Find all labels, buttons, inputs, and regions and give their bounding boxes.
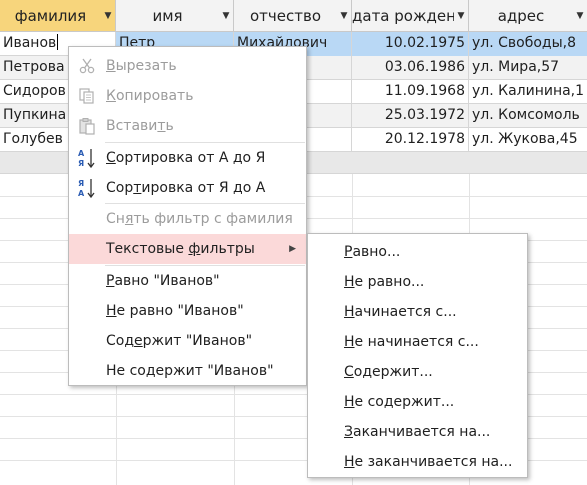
menu-item-copy[interactable]: Копировать	[69, 81, 306, 111]
table-cell[interactable]: 25.03.1972	[352, 104, 469, 128]
column-header-data-rozhdeniya[interactable]: дата рожден ▼	[352, 0, 469, 32]
dropdown-arrow-icon[interactable]: ▼	[101, 11, 115, 21]
scissors-icon	[77, 55, 97, 77]
svg-text:Я: Я	[78, 179, 84, 188]
svg-text:Я: Я	[78, 159, 84, 168]
submenu-item-not-ends-with[interactable]: Не заканчивается на...	[308, 447, 527, 477]
column-header-adres[interactable]: адрес ▼	[469, 0, 587, 32]
paste-icon	[77, 115, 97, 137]
dropdown-arrow-icon[interactable]: ▼	[454, 11, 468, 21]
menu-item-equals[interactable]: Равно "Иванов"	[69, 266, 306, 296]
sort-za-icon: ЯА	[77, 177, 97, 199]
column-header-label: отчество	[249, 6, 321, 25]
table-cell[interactable]: ул. Мира,57	[469, 56, 587, 80]
submenu-item-begins-with[interactable]: Начинается с...	[308, 297, 527, 327]
submenu-item-equals[interactable]: Равно...	[308, 237, 527, 267]
menu-item-not-contains[interactable]: Не содержит "Иванов"	[69, 356, 306, 386]
column-header-imya[interactable]: имя ▼	[116, 0, 234, 32]
submenu-arrow-icon: ▶	[289, 244, 296, 254]
menu-item-cut[interactable]: Вырезать	[69, 51, 306, 81]
context-menu: Вырезать Копировать Вставить АЯ Сортиров…	[68, 46, 307, 386]
submenu-item-not-equals[interactable]: Не равно...	[308, 267, 527, 297]
menu-item-clear-filter[interactable]: Снять фильтр с фамилия	[69, 204, 306, 234]
table-cell[interactable]: 20.12.1978	[352, 128, 469, 152]
column-header-label: имя	[152, 6, 183, 25]
submenu-item-contains[interactable]: Содержит...	[308, 357, 527, 387]
svg-text:А: А	[78, 189, 85, 198]
column-header-familia[interactable]: фамилия ▼	[0, 0, 116, 32]
menu-item-not-equals[interactable]: Не равно "Иванов"	[69, 296, 306, 326]
table-cell[interactable]: 10.02.1975	[352, 32, 469, 56]
menu-item-contains[interactable]: Содержит "Иванов"	[69, 326, 306, 356]
text-filters-submenu: Равно... Не равно... Начинается с... Не …	[307, 233, 528, 478]
menu-item-paste[interactable]: Вставить	[69, 111, 306, 141]
table-cell[interactable]: 03.06.1986	[352, 56, 469, 80]
dropdown-arrow-icon[interactable]: ▼	[337, 11, 351, 21]
copy-icon	[77, 85, 97, 107]
column-header-otchestvo[interactable]: отчество ▼	[234, 0, 352, 32]
svg-text:А: А	[78, 149, 85, 158]
table-cell[interactable]: ул. Жукова,45	[469, 128, 587, 152]
column-header-label: дата рожден	[352, 6, 454, 25]
submenu-item-ends-with[interactable]: Заканчивается на...	[308, 417, 527, 447]
table-cell[interactable]: ул. Свободы,8	[469, 32, 587, 56]
submenu-item-not-begins-with[interactable]: Не начинается с...	[308, 327, 527, 357]
sort-az-icon: АЯ	[77, 147, 97, 169]
text-caret	[57, 34, 59, 50]
dropdown-arrow-icon[interactable]: ▼	[573, 11, 587, 21]
table-cell[interactable]: ул. Комсомоль	[469, 104, 587, 128]
column-header-label: адрес	[497, 6, 545, 25]
table-cell[interactable]: ул. Калинина,1	[469, 80, 587, 104]
submenu-item-not-contains[interactable]: Не содержит...	[308, 387, 527, 417]
column-header-label: фамилия	[14, 6, 87, 25]
menu-item-sort-desc[interactable]: ЯА Сортировка от Я до А	[69, 173, 306, 203]
table-cell[interactable]: 11.09.1968	[352, 80, 469, 104]
cell-text: Иванов	[3, 35, 57, 51]
menu-item-text-filters[interactable]: Текстовые фильтры ▶	[69, 234, 306, 264]
dropdown-arrow-icon[interactable]: ▼	[219, 11, 233, 21]
menu-item-sort-asc[interactable]: АЯ Сортировка от А до Я	[69, 143, 306, 173]
